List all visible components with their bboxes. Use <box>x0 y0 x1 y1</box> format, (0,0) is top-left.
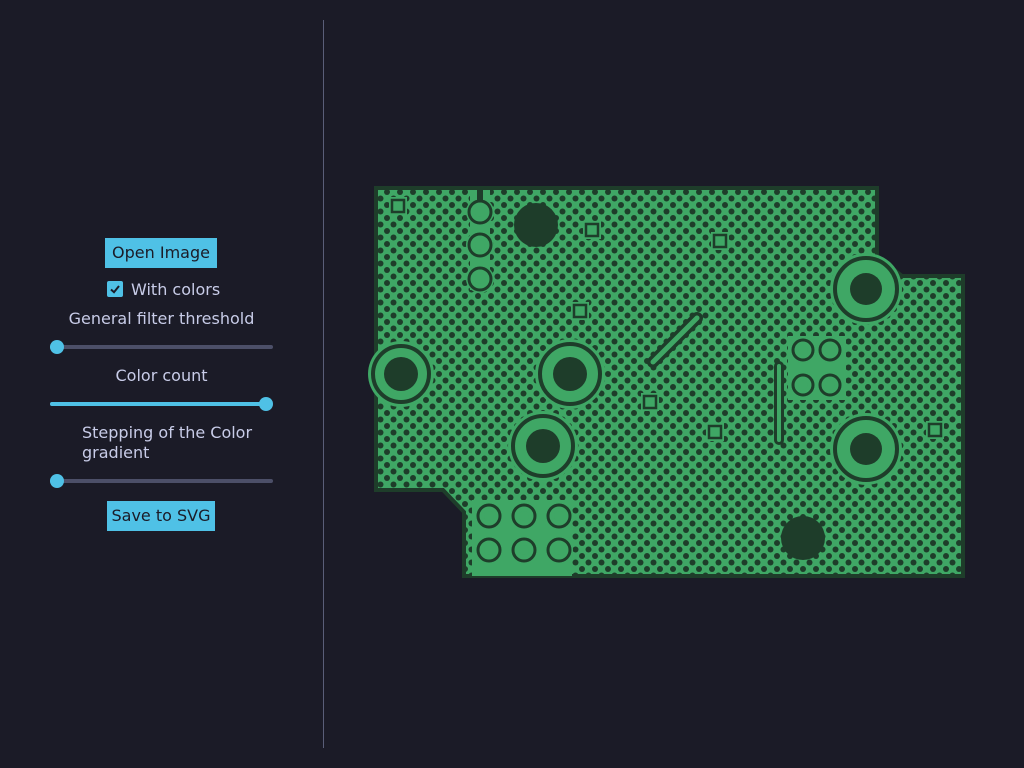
drill-hole <box>514 203 558 247</box>
slider-fill <box>50 402 266 406</box>
via-center <box>554 545 564 555</box>
drill-hole <box>384 357 418 391</box>
drill-hole <box>850 273 882 305</box>
gradient-step-slider[interactable] <box>50 473 273 489</box>
filter-threshold-slider[interactable] <box>50 339 273 355</box>
drill-hole <box>850 433 882 465</box>
slider-track <box>50 345 273 349</box>
color-count-label: Color count <box>115 366 208 385</box>
via-center <box>475 240 485 250</box>
via-center <box>554 511 564 521</box>
via-center <box>519 511 529 521</box>
via-center <box>484 511 494 521</box>
slider-handle[interactable] <box>50 340 64 354</box>
pcb-board <box>374 186 965 578</box>
slider-handle[interactable] <box>50 474 64 488</box>
slider-track <box>50 479 273 483</box>
app-window: Open Image With colors General filter th… <box>0 0 1024 768</box>
image-viewer <box>324 0 1024 768</box>
with-colors-label: With colors <box>131 279 221 299</box>
via-center <box>798 345 808 355</box>
checkmark-icon <box>110 285 120 294</box>
drill-hole <box>526 429 560 463</box>
via-center <box>475 207 485 217</box>
via-center <box>475 274 485 284</box>
via-center <box>798 380 808 390</box>
control-panel: Open Image With colors General filter th… <box>0 0 323 768</box>
slider-handle[interactable] <box>259 397 273 411</box>
pcb-preview-image <box>368 186 965 578</box>
drill-hole <box>553 357 587 391</box>
color-count-slider[interactable] <box>50 396 273 412</box>
via-center <box>484 545 494 555</box>
via-center <box>825 380 835 390</box>
gradient-step-label: Stepping of the Color gradient <box>82 423 253 462</box>
drill-hole <box>781 516 825 560</box>
via-center <box>825 345 835 355</box>
open-image-button[interactable]: Open Image <box>105 238 217 268</box>
trace <box>477 190 483 202</box>
filter-threshold-label: General filter threshold <box>68 309 255 328</box>
with-colors-checkbox[interactable] <box>107 281 123 297</box>
with-colors-toggle[interactable]: With colors <box>107 279 220 299</box>
save-svg-button[interactable]: Save to SVG <box>107 501 215 531</box>
via-center <box>519 545 529 555</box>
